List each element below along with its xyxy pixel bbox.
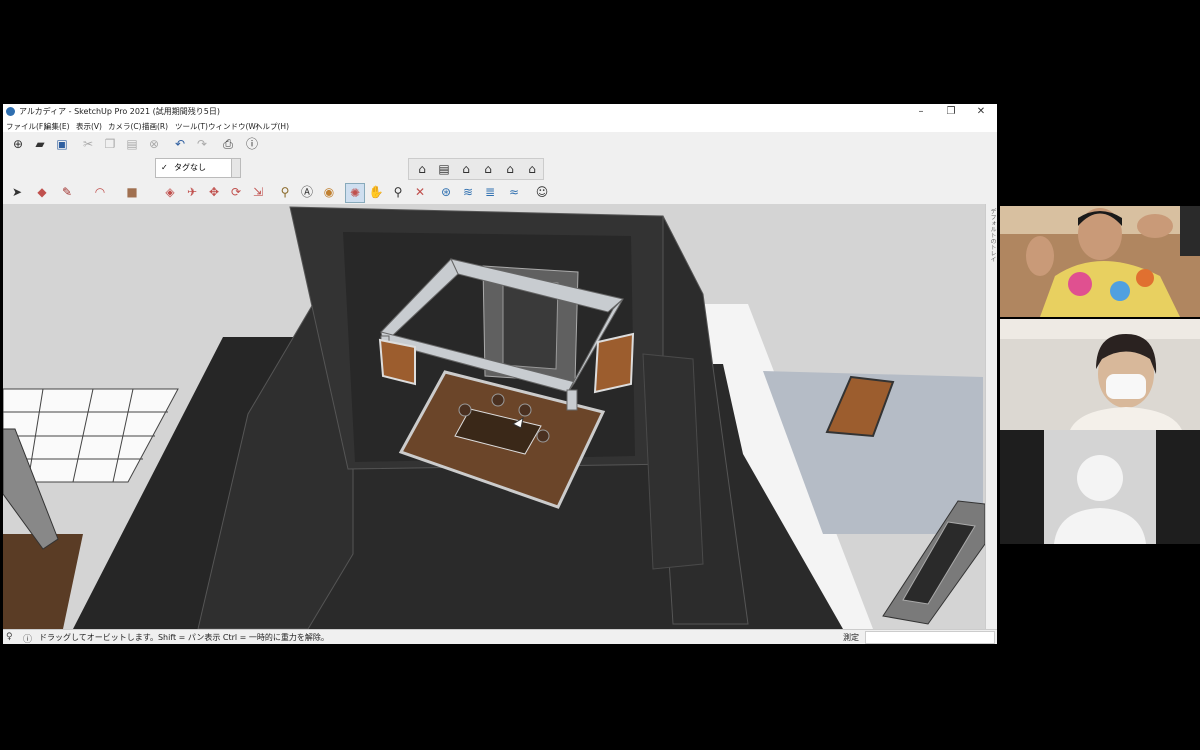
minimize-button[interactable]: – — [906, 104, 936, 120]
sketchup-logo-icon — [6, 107, 15, 116]
menu-bar: ファイル(F) 編集(E) 表示(V) カメラ(C) 描画(R) ツール(T) … — [3, 120, 997, 132]
right-wall-panel — [642, 353, 704, 570]
text-icon[interactable]: Ⓐ — [298, 183, 316, 201]
geo-location-icon[interactable]: ♀ — [6, 632, 13, 642]
title-bar: アルカディア - SketchUp Pro 2021 (試用期間残り5日) – … — [3, 104, 997, 120]
chair-1 — [458, 403, 472, 417]
tag-check-icon: ✓ — [161, 163, 168, 172]
back-view-icon[interactable]: ⌂ — [501, 160, 519, 178]
eraser-icon[interactable]: ◆ — [33, 183, 51, 201]
menu-window[interactable]: ウィンドウ(W) — [208, 121, 259, 132]
follow-me-icon[interactable]: ✈ — [183, 183, 201, 201]
status-bar: ♀ ⓘ ドラッグしてオービットします。Shift = パン表示 Ctrl = 一… — [3, 629, 997, 644]
menu-edit[interactable]: 編集(E) — [44, 121, 70, 132]
measurements-input[interactable] — [865, 631, 995, 644]
frame-post-right — [566, 389, 578, 411]
model-viewport[interactable] — [3, 204, 985, 629]
rectangle-icon[interactable]: ■ — [123, 183, 141, 201]
window-title: アルカディア - SketchUp Pro 2021 (試用期間残り5日) — [19, 107, 220, 116]
menu-tools[interactable]: ツール(T) — [175, 121, 208, 132]
new-file-icon[interactable]: ⊕ — [9, 135, 27, 153]
person-placeholder-icon — [1044, 430, 1156, 544]
cut-icon[interactable]: ✂ — [79, 135, 97, 153]
participant-video-3 — [1000, 430, 1200, 544]
large-tool-set: ➤ ◆ ✎ ◠ ■ ◈ ✈ ✥ ⟳ ⇲ ⚲ Ⓐ ◉ ✺ ✋ ⚲ ✕ ⊛ ≋ ≣ … — [3, 180, 997, 204]
open-folder-icon[interactable]: ▰ — [31, 135, 49, 153]
standard-toolbar: ⊕ ▰ ▣ ✂ ❐ ▤ ⊗ ↶ ↷ ⎙ ⓘ — [3, 132, 997, 156]
menu-draw[interactable]: 描画(R) — [142, 121, 168, 132]
left-view-icon[interactable]: ⌂ — [523, 160, 541, 178]
pan-icon[interactable]: ✋ — [367, 183, 385, 201]
3d-model-scene[interactable] — [3, 204, 985, 629]
layout-icon[interactable]: ≣ — [481, 183, 499, 201]
extension-icon[interactable]: ≋ — [459, 183, 477, 201]
tape-measure-icon[interactable]: ⚲ — [276, 183, 294, 201]
sandbox-icon[interactable]: ≈ — [505, 183, 523, 201]
sketchup-window: アルカディア - SketchUp Pro 2021 (試用期間残り5日) – … — [3, 104, 997, 644]
redo-icon[interactable]: ↷ — [193, 135, 211, 153]
save-icon[interactable]: ▣ — [53, 135, 71, 153]
model-info-icon[interactable]: ⓘ — [243, 135, 261, 153]
top-view-icon[interactable]: ▤ — [435, 160, 453, 178]
rotate-icon[interactable]: ⟳ — [227, 183, 245, 201]
paste-icon[interactable]: ▤ — [123, 135, 141, 153]
participant-1-feed — [1000, 206, 1200, 317]
print-icon[interactable]: ⎙ — [219, 135, 237, 153]
warehouse-icon[interactable]: ⊛ — [437, 183, 455, 201]
close-button[interactable]: ✕ — [966, 104, 996, 120]
menu-help[interactable]: ヘルプ(H) — [255, 121, 289, 132]
paint-bucket-icon[interactable]: ◉ — [320, 183, 338, 201]
erase-selection-icon[interactable]: ⊗ — [145, 135, 163, 153]
menu-file[interactable]: ファイル(F) — [6, 121, 46, 132]
menu-view[interactable]: 表示(V) — [76, 121, 102, 132]
chair-4 — [536, 429, 550, 443]
tag-dropdown[interactable]: ✓ タグなし — [155, 158, 241, 178]
menu-camera[interactable]: カメラ(C) — [108, 121, 142, 132]
account-icon[interactable]: ☺ — [533, 183, 551, 201]
info-icon[interactable]: ⓘ — [23, 632, 32, 644]
scale-icon[interactable]: ⇲ — [249, 183, 267, 201]
undo-icon[interactable]: ↶ — [171, 135, 189, 153]
views-toolbar: ⌂ ▤ ⌂ ⌂ ⌂ ⌂ — [408, 158, 544, 180]
orbit-icon[interactable]: ✺ — [345, 183, 365, 203]
default-tray-tab[interactable]: デフォルトのトレイ — [985, 204, 997, 629]
push-pull-icon[interactable]: ◈ — [161, 183, 179, 201]
arc-icon[interactable]: ◠ — [91, 183, 109, 201]
door-left — [378, 338, 416, 386]
tag-value: タグなし — [174, 163, 206, 172]
measurements-label: 測定 — [843, 633, 859, 642]
participant-video-1 — [1000, 206, 1200, 317]
right-view-icon[interactable]: ⌂ — [479, 160, 497, 178]
front-view-icon[interactable]: ⌂ — [457, 160, 475, 178]
maximize-button[interactable]: ❐ — [936, 104, 966, 120]
tray-label: デフォルトのトレイ — [989, 208, 996, 262]
zoom-extents-icon[interactable]: ✕ — [411, 183, 429, 201]
status-hint: ドラッグしてオービットします。Shift = パン表示 Ctrl = 一時的に重… — [39, 633, 329, 642]
avatar — [1044, 430, 1156, 544]
chair-3 — [518, 403, 532, 417]
dropdown-arrow-icon[interactable] — [231, 159, 240, 177]
door-right — [593, 332, 635, 394]
move-icon[interactable]: ✥ — [205, 183, 223, 201]
copy-icon[interactable]: ❐ — [101, 135, 119, 153]
chair-2 — [491, 393, 505, 407]
participant-2-feed — [1000, 319, 1200, 430]
pencil-icon[interactable]: ✎ — [58, 183, 76, 201]
participant-video-2 — [1000, 319, 1200, 430]
zoom-icon[interactable]: ⚲ — [389, 183, 407, 201]
iso-view-icon[interactable]: ⌂ — [413, 160, 431, 178]
select-icon[interactable]: ➤ — [8, 183, 26, 201]
